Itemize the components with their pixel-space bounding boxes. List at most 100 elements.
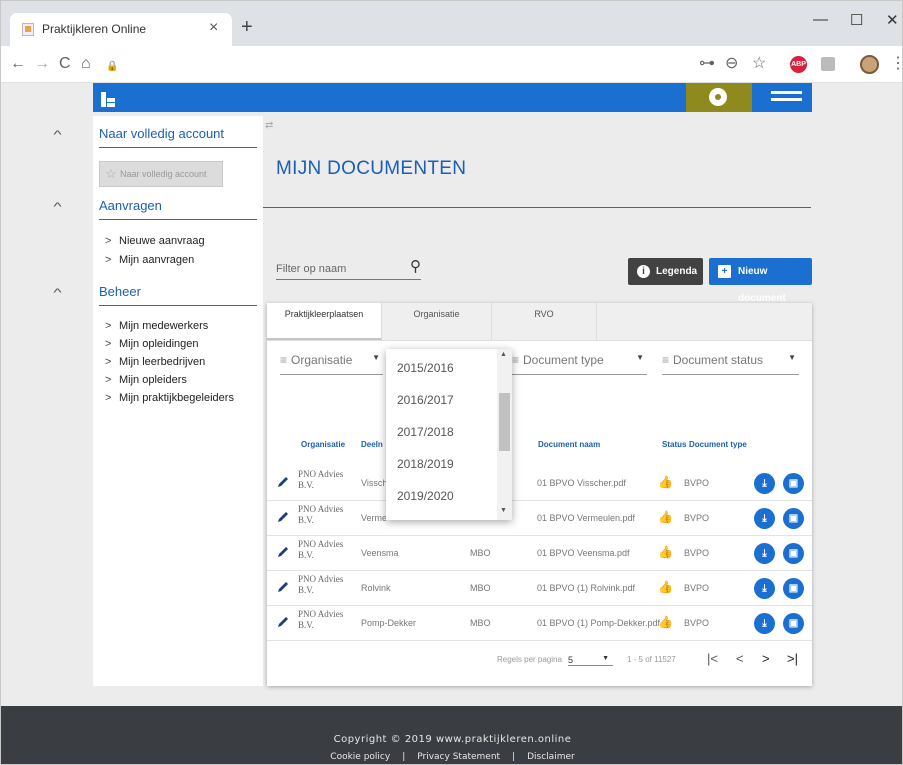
cookie-policy-link[interactable]: Cookie policy [324,752,396,762]
cell-document-naam[interactable]: 01 BPVO Visscher.pdf [537,478,626,488]
search-icon[interactable]: ⚲ [410,257,421,275]
download-button[interactable]: ⤓ [754,613,775,634]
next-page-button[interactable]: > [762,651,770,666]
cell-deelnemer: Vissch [361,478,388,488]
delete-button[interactable]: ▣ [783,543,804,564]
cell-document-naam[interactable]: 01 BPVO Vermeulen.pdf [537,513,635,523]
year-option[interactable]: 2018/2019 [397,457,454,471]
previous-page-button[interactable]: < [736,651,744,666]
key-icon[interactable]: ⊶ [699,55,715,73]
edit-pencil-icon[interactable] [276,580,290,594]
sidebar-section-account[interactable]: Naar volledig account ^ [53,126,257,148]
forward-icon[interactable]: → [34,55,50,73]
edit-pencil-icon[interactable] [276,475,290,489]
sidebar-item-companies[interactable]: > Mijn leerbedrijven [105,356,205,368]
column-header-organisatie[interactable]: Organisatie [301,440,345,449]
full-account-button[interactable]: ☆ Naar volledig account [99,161,223,187]
delete-button[interactable]: ▣ [783,613,804,634]
rows-per-page-select[interactable]: 5 ▼ [568,655,613,666]
table-row: PNO Advies B.V. Pomp-Dekker MBO 01 BPVO (1)… [267,606,812,641]
thumbs-up-icon: 👍 [658,510,673,524]
close-window-button[interactable]: ✕ [886,11,899,29]
year-dropdown-list[interactable]: 2015/2016 2016/2017 2017/2018 2018/2019 2019… [386,349,512,520]
download-icon: ⤓ [762,618,767,629]
sidebar-item-trainings[interactable]: > Mijn opleidingen [105,338,199,350]
cell-document-naam[interactable]: 01 BPVO Veensma.pdf [537,548,630,558]
home-icon[interactable]: ⌂ [81,55,91,73]
cell-document-naam[interactable]: 01 BPVO (1) Pomp-Dekker.pdf [537,618,660,628]
legend-button[interactable]: i Legenda [628,258,703,285]
dropdown-arrow-icon: ▼ [602,655,609,662]
sidebar-item-label: Mijn opleidingen [119,338,199,350]
extension-icon[interactable] [821,57,835,71]
document-type-filter-select[interactable]: ≡ Document type ▼ [512,353,647,375]
sidebar-item-employees[interactable]: > Mijn medewerkers [105,320,208,332]
footer-links: Cookie policy | Privacy Statement | Disclaim… [1,752,902,762]
zoom-icon[interactable]: ⊖ [725,55,738,73]
edit-pencil-icon[interactable] [276,545,290,559]
edit-pencil-icon[interactable] [276,615,290,629]
document-status-filter-select[interactable]: ≡ Document status ▼ [662,353,799,375]
organisation-filter-select[interactable]: ≡ Organisatie ▼ [280,353,383,375]
download-button[interactable]: ⤓ [754,473,775,494]
sidebar-section-manage[interactable]: Beheer ^ [53,284,257,306]
new-document-button[interactable]: + Nieuw document [709,258,812,304]
tab-organisatie[interactable]: Organisatie [382,303,492,340]
profile-avatar[interactable] [860,55,879,74]
tab-praktijkleerplaatsen[interactable]: Praktijkleerplaatsen [267,303,382,340]
table-row: PNO Advies B.V. Rolvink MBO 01 BPVO (1) Rol… [267,571,812,606]
settings-button[interactable] [686,83,752,112]
sidebar-item-my-requests[interactable]: > Mijn aanvragen [105,254,194,266]
bookmark-star-icon[interactable]: ☆ [752,55,766,73]
scroll-up-icon[interactable]: ▲ [500,351,507,358]
sidebar-item-new-request[interactable]: > Nieuwe aanvraag [105,235,205,247]
back-icon[interactable]: ← [10,55,26,73]
year-option[interactable]: 2015/2016 [397,361,454,375]
delete-button[interactable]: ▣ [783,578,804,599]
column-header-document-type[interactable]: Document type [689,440,747,449]
column-header-document-naam[interactable]: Document naam [538,440,600,449]
legend-label: Legenda [656,266,698,277]
column-header-deelnemer[interactable]: Deeln [361,440,383,449]
minimize-button[interactable]: — [813,11,828,28]
tab-rvo[interactable]: RVO [492,303,597,340]
delete-button[interactable]: ▣ [783,508,804,529]
browser-menu-icon[interactable]: ⋮ [890,55,902,73]
sidebar-item-supervisors[interactable]: > Mijn praktijkbegeleiders [105,392,234,404]
hamburger-menu-button[interactable] [761,83,812,112]
download-button[interactable]: ⤓ [754,508,775,529]
first-page-button[interactable]: |< [707,651,718,666]
tab-close-icon[interactable]: × [209,19,218,37]
name-filter-input[interactable]: Filter op naam ⚲ [276,258,421,280]
trash-icon: ▣ [788,513,799,524]
year-option[interactable]: 2016/2017 [397,393,454,407]
browser-tab[interactable]: Praktijkleren Online × [10,13,232,46]
swap-arrows-icon[interactable]: ⇄ [265,120,273,131]
tab-strip: Praktijkleren Online × + — ☐ ✕ [1,1,902,46]
scroll-down-icon[interactable]: ▼ [500,507,507,514]
column-header-status[interactable]: Status [662,440,686,449]
sidebar-item-label: Mijn praktijkbegeleiders [119,392,234,404]
lock-icon: 🔒 [106,61,119,72]
last-page-button[interactable]: >| [787,651,798,666]
download-icon: ⤓ [762,478,767,489]
year-option[interactable]: 2019/2020 [397,489,454,503]
cell-document-naam[interactable]: 01 BPVO (1) Rolvink.pdf [537,583,635,593]
adblock-icon[interactable]: ABP [790,56,807,73]
site-logo[interactable] [101,92,115,107]
download-button[interactable]: ⤓ [754,578,775,599]
download-button[interactable]: ⤓ [754,543,775,564]
disclaimer-link[interactable]: Disclaimer [521,752,581,762]
delete-button[interactable]: ▣ [783,473,804,494]
year-option[interactable]: 2017/2018 [397,425,454,439]
maximize-button[interactable]: ☐ [850,11,863,29]
sidebar-section-requests[interactable]: Aanvragen ^ [53,198,257,220]
scrollbar-thumb[interactable] [499,393,510,451]
filter-label: Document type [523,353,604,367]
dropdown-scrollbar[interactable]: ▲ ▼ [497,349,512,520]
reload-icon[interactable]: C [59,55,71,73]
sidebar-item-trainers[interactable]: > Mijn opleiders [105,374,187,386]
privacy-statement-link[interactable]: Privacy Statement [411,752,506,762]
edit-pencil-icon[interactable] [276,510,290,524]
new-tab-button[interactable]: + [241,17,253,37]
